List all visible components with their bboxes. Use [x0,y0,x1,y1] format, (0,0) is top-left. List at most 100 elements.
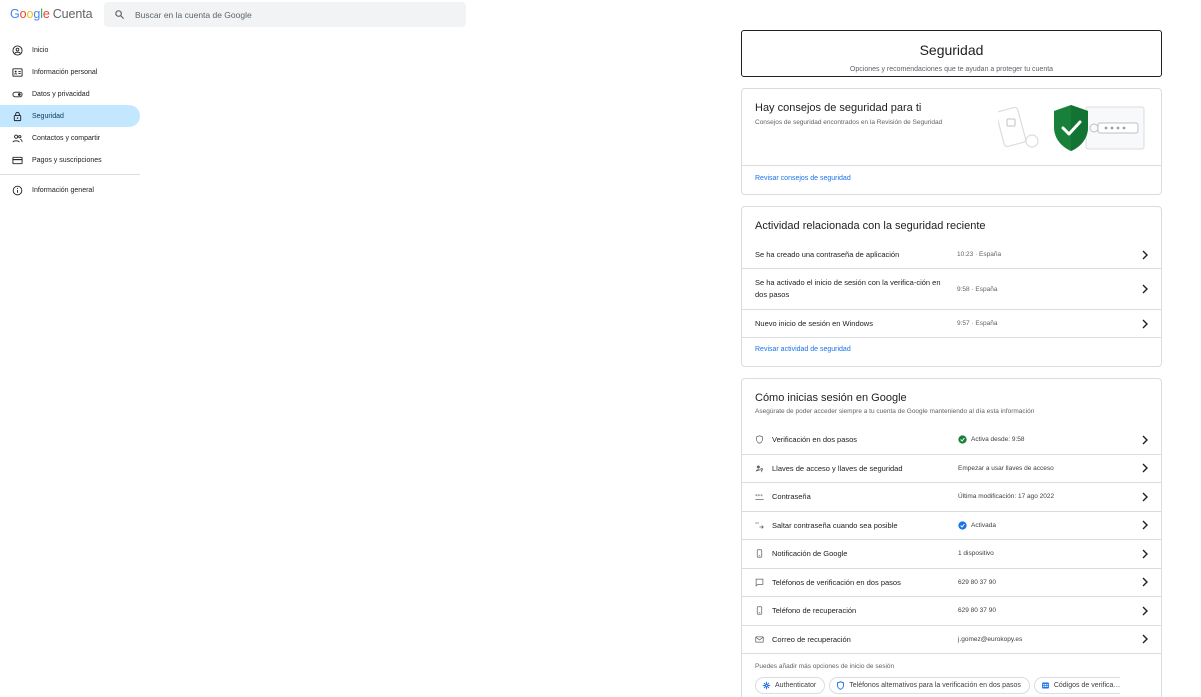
signin-row-two-step[interactable]: Verificación en dos pasos Activa desde: … [742,426,1161,455]
signin-label: Teléfono de recuperación [772,606,857,616]
product-name: Cuenta [52,7,93,21]
security-tips-card: Hay consejos de seguridad para ti Consej… [741,88,1162,195]
blue-check-icon [958,521,967,530]
activity-row[interactable]: Nuevo inicio de sesión en Windows 9:57 ·… [742,310,1161,338]
review-activity-link[interactable]: Revisar actividad de seguridad [742,338,1161,353]
signin-row-recovery-email[interactable]: Correo de recuperación j.gomez@eurokopy.… [742,626,1161,654]
signin-label: Teléfonos de verificación en dos pasos [772,577,901,587]
backup-codes-icon [1041,682,1049,689]
password-icon: *** [755,494,764,500]
lock-icon [13,111,22,121]
phone-icon [756,549,763,558]
chip-backup-codes[interactable]: Códigos de verifica… [1033,677,1121,694]
sidebar-item-label: Información personal [32,68,98,76]
id-card-icon [12,67,23,77]
search-input[interactable] [135,9,435,20]
phone-icon [756,606,763,615]
sidebar-item-datos-privacidad[interactable]: Datos y privacidad [0,83,140,105]
signin-label: Notificación de Google [772,549,848,559]
activity-time: 9:58 · España [957,285,998,293]
svg-text:**: ** [755,521,759,526]
activity-label: Se ha creado una contraseña de aplicació… [755,249,900,259]
sidebar-item-seguridad[interactable]: Seguridad [0,105,140,127]
signin-row-google-prompt[interactable]: Notificación de Google 1 dispositivo [742,540,1161,569]
activity-label: Nuevo inicio de sesión en Windows [755,318,873,328]
chip-label: Códigos de verifica… [1053,682,1121,689]
shield-icon [756,435,763,444]
sidebar-item-label: Datos y privacidad [32,90,90,98]
signin-row-passkeys[interactable]: Llaves de acceso y llaves de seguridad E… [742,455,1161,483]
chevron-right-icon [1142,549,1148,559]
signin-value: Activa desde: 9:58 [958,435,1024,444]
activity-label: Se ha activado el inicio de sesión con l… [755,278,941,299]
activity-row[interactable]: Se ha creado una contraseña de aplicació… [742,241,1161,269]
chip-label: Authenticator [775,682,817,689]
sidebar-item-inicio[interactable]: Inicio [0,39,140,61]
google-cuenta-logo[interactable]: Google Cuenta [10,7,93,21]
sidebar-item-informacion-personal[interactable]: Información personal [0,61,140,83]
signin-value: Última modificación: 17 ago 2022 [958,493,1055,501]
recent-activity-card: Actividad relacionada con la seguridad r… [741,206,1162,367]
signin-row-password[interactable]: *** Contraseña Última modificación: 17 a… [742,483,1161,512]
page-subtitle: Opciones y recomendaciones que te ayudan… [849,66,1054,73]
signin-row-skip-password[interactable]: ** Saltar contraseña cuando sea posible … [742,512,1161,540]
sidebar-item-informacion-general[interactable]: Información general [0,179,140,201]
google-wordmark: Google [10,7,50,21]
signin-value-text: Activada [971,521,996,529]
tips-subtitle: Consejos de seguridad encontrados en la … [755,119,943,126]
sidebar-item-pagos[interactable]: Pagos y suscripciones [0,149,140,171]
chevron-right-icon [1142,577,1148,587]
review-tips-link[interactable]: Revisar consejos de seguridad [755,175,851,182]
sidebar-divider [0,174,140,175]
card-divider [742,165,1161,166]
signin-value: Empezar a usar llaves de acceso [958,464,1054,472]
signin-value: 629 80 37 90 [958,607,996,615]
people-icon [12,134,23,142]
signin-subtitle: Asegúrate de poder acceder siempre a tu … [755,408,1035,415]
chip-label: Teléfonos alternativos para la verificac… [849,682,1021,689]
sidebar-item-label: Seguridad [32,112,64,120]
search-icon [115,10,125,20]
signin-value: j.gomez@eurokopy.es [958,635,1023,643]
authenticator-icon [762,681,771,690]
signin-label: Llaves de acceso y llaves de seguridad [772,463,903,473]
chevron-right-icon [1142,463,1148,473]
signin-row-recovery-phone[interactable]: Teléfono de recuperación 629 80 37 90 [742,597,1161,626]
signin-row-verification-phones[interactable]: Teléfonos de verificación en dos pasos 6… [742,569,1161,597]
message-icon [755,578,764,587]
signin-label: Verificación en dos pasos [772,435,858,445]
more-options-text: Puedes añadir más opciones de inicio de … [755,663,895,670]
page-title: Seguridad [919,42,984,58]
signin-methods-card: Cómo inicias sesión en Google Asegúrate … [741,378,1162,697]
sidebar-item-label: Pagos y suscripciones [32,156,102,164]
skip-password-icon: ** [755,521,764,529]
shield-icon [837,681,845,690]
chip-alternative-phones[interactable]: Teléfonos alternativos para la verificac… [829,677,1030,694]
sidebar-item-label: Información general [32,186,94,194]
chevron-right-icon [1142,634,1148,644]
chip-authenticator[interactable]: Authenticator [755,677,826,694]
info-icon [12,185,23,195]
green-check-icon [958,435,967,444]
signin-title: Cómo inicias sesión en Google [755,392,907,404]
signin-value: 1 dispositivo [958,550,994,558]
activity-title: Actividad relacionada con la seguridad r… [755,220,986,232]
passkey-icon [755,465,764,472]
security-shield-illustration [998,105,1145,151]
signin-value-text: Activa desde: 9:58 [971,436,1025,444]
signin-label: Saltar contraseña cuando sea posible [772,520,898,530]
sidebar-item-contactos[interactable]: Contactos y compartir [0,127,140,149]
sidebar-item-label: Inicio [32,46,49,54]
activity-time: 9:57 · España [957,320,998,327]
chevron-right-icon [1142,606,1148,616]
chevron-right-icon [1142,284,1148,294]
chevron-right-icon [1142,435,1148,445]
signin-value: Activada [958,521,996,530]
search-bar[interactable] [104,2,466,27]
home-icon [12,44,23,56]
credit-card-icon [12,156,23,164]
signin-label: Correo de recuperación [772,634,851,644]
activity-row[interactable]: Se ha activado el inicio de sesión con l… [742,269,1161,310]
chevron-right-icon [1142,492,1148,502]
tips-title: Hay consejos de seguridad para ti [755,102,922,114]
